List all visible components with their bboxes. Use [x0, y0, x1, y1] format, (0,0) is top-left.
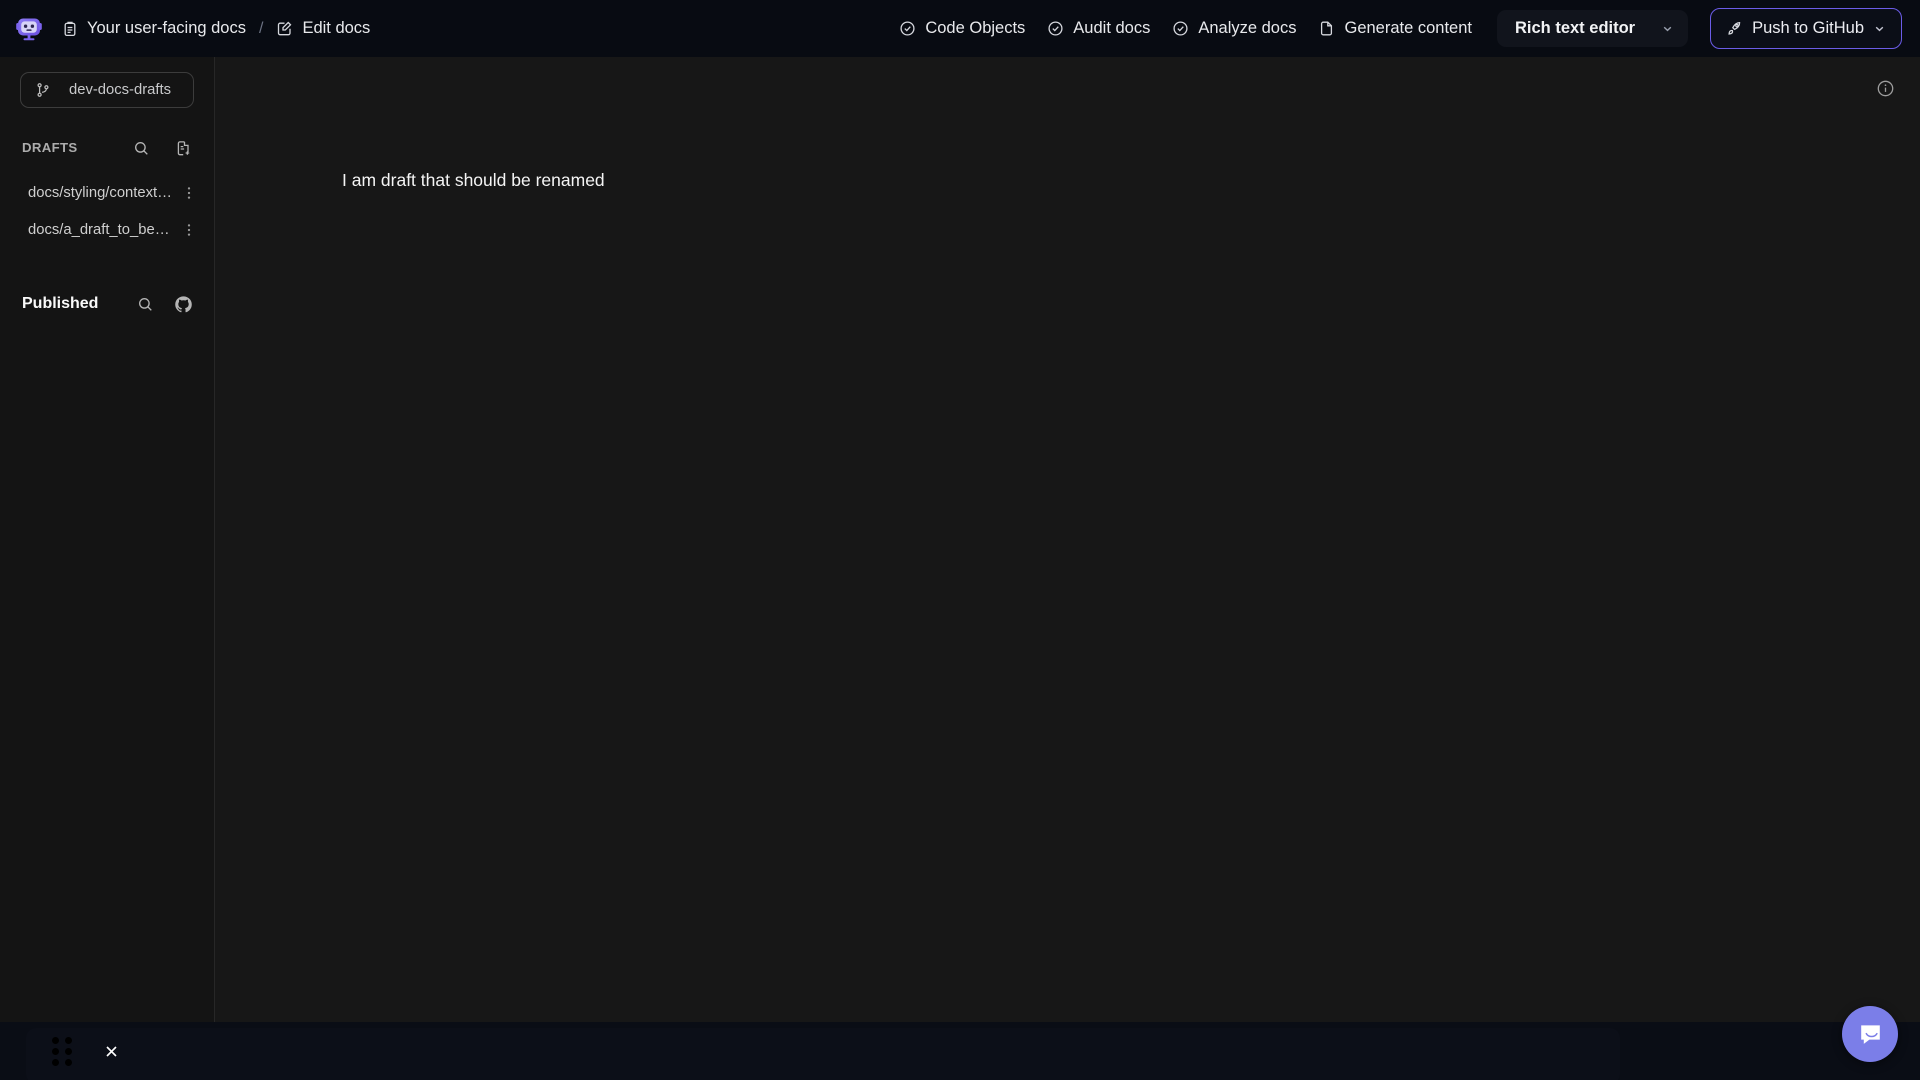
search-icon: [137, 296, 154, 313]
check-circle-icon: [899, 20, 916, 37]
generate-content-button[interactable]: Generate content: [1307, 12, 1483, 45]
check-circle-icon: [1172, 20, 1189, 37]
breadcrumb-label: Edit docs: [302, 19, 371, 38]
new-file-icon: [175, 140, 192, 157]
bottom-floating-bar: [0, 1022, 1920, 1080]
edit-document-icon: [276, 20, 293, 37]
chevron-down-icon: [1873, 22, 1886, 35]
draft-file-name: docs/styling/context…: [28, 185, 172, 201]
toolbar-actions: Code Objects Audit docs Analyze docs Gen…: [888, 8, 1902, 49]
main-content-area: I am draft that should be renamed: [215, 57, 1920, 1022]
info-circle-icon[interactable]: [1872, 75, 1898, 101]
draft-list-item[interactable]: docs/a_draft_to_be…: [0, 213, 214, 247]
drag-grip-icon[interactable]: [52, 1035, 72, 1067]
breadcrumb: Your user-facing docs / Edit docs: [58, 15, 374, 42]
search-icon: [133, 140, 150, 157]
code-objects-label: Code Objects: [925, 19, 1026, 38]
check-circle-icon: [1047, 20, 1064, 37]
robot-mascot-logo[interactable]: [14, 14, 44, 44]
push-to-github-button[interactable]: Push to GitHub: [1710, 8, 1902, 49]
breadcrumb-separator: /: [258, 19, 264, 37]
draft-file-name: docs/a_draft_to_be…: [28, 222, 170, 238]
audit-docs-label: Audit docs: [1073, 19, 1151, 38]
breadcrumb-item-edit-docs[interactable]: Edit docs: [272, 15, 374, 42]
kebab-menu-icon[interactable]: [180, 182, 198, 204]
editor-mode-dropdown[interactable]: Rich text editor: [1497, 10, 1689, 47]
new-draft-button[interactable]: [172, 137, 194, 159]
analyze-docs-label: Analyze docs: [1198, 19, 1297, 38]
github-sync-button[interactable]: [172, 293, 194, 315]
drafts-section-header: DRAFTS: [22, 136, 194, 160]
editor-mode-label: Rich text editor: [1515, 19, 1636, 38]
kebab-menu-icon[interactable]: [180, 219, 198, 241]
breadcrumb-label: Your user-facing docs: [87, 19, 246, 38]
analyze-docs-button[interactable]: Analyze docs: [1161, 12, 1307, 45]
github-icon: [174, 295, 193, 314]
drafts-title: DRAFTS: [22, 140, 78, 156]
chat-bubble-icon[interactable]: [1842, 1006, 1898, 1062]
published-search-button[interactable]: [134, 293, 156, 315]
close-icon[interactable]: [98, 1038, 124, 1064]
bottom-bar-panel: [26, 1028, 1620, 1080]
git-branch-icon: [35, 82, 51, 98]
document-icon: [1318, 20, 1335, 37]
rocket-icon: [1726, 20, 1743, 37]
drafts-search-button[interactable]: [130, 137, 152, 159]
left-sidebar: dev-docs-drafts DRAFTS docs/styling/cont…: [0, 57, 215, 1022]
code-objects-button[interactable]: Code Objects: [888, 12, 1036, 45]
top-header-bar: Your user-facing docs / Edit docs Code O…: [0, 0, 1920, 57]
push-to-github-label: Push to GitHub: [1752, 19, 1864, 38]
published-title: Published: [22, 295, 99, 312]
branch-name-label: dev-docs-drafts: [69, 81, 171, 98]
generate-content-label: Generate content: [1344, 19, 1472, 38]
document-paragraph[interactable]: I am draft that should be renamed: [342, 167, 1920, 193]
audit-docs-button[interactable]: Audit docs: [1036, 12, 1161, 45]
published-section-header: Published: [22, 292, 194, 316]
clipboard-icon: [62, 21, 78, 37]
drafts-file-list: docs/styling/context… docs/a_draft_to_be…: [0, 176, 214, 247]
chevron-down-icon: [1661, 22, 1674, 35]
draft-list-item[interactable]: docs/styling/context…: [0, 176, 214, 210]
document-editor[interactable]: I am draft that should be renamed: [215, 57, 1920, 193]
breadcrumb-item-docs[interactable]: Your user-facing docs: [58, 15, 250, 42]
branch-selector[interactable]: dev-docs-drafts: [20, 72, 194, 108]
